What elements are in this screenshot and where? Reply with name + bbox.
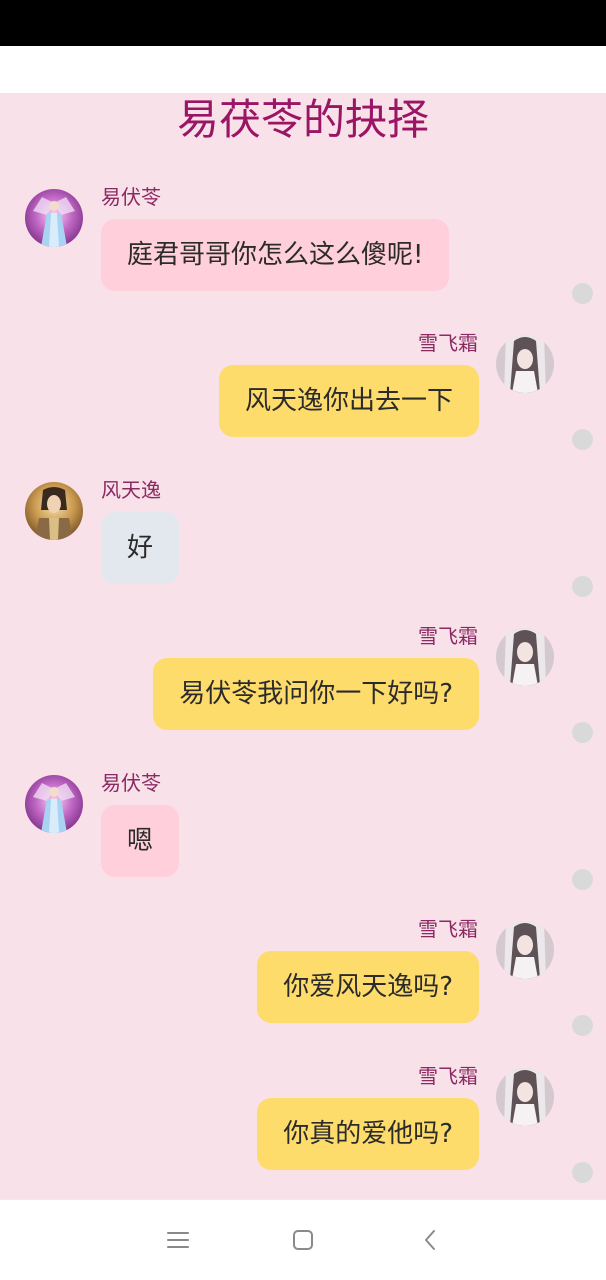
message-bubble[interactable]: 你爱风天逸吗? bbox=[257, 951, 479, 1023]
chat-message: 雪飞霜 你真的爱他吗? bbox=[0, 1064, 606, 1208]
avatar-feng-tianyi[interactable] bbox=[25, 482, 83, 540]
system-nav-bar bbox=[0, 1199, 606, 1280]
chat-message: 雪飞霜 风天逸你出去一下 bbox=[0, 331, 606, 475]
menu-icon bbox=[167, 1232, 189, 1248]
message-bubble[interactable]: 易伏苓我问你一下好吗? bbox=[153, 658, 479, 730]
chat-message: 易伏苓 庭君哥哥你怎么这么傻呢! bbox=[0, 185, 606, 329]
message-status-dot bbox=[572, 722, 593, 743]
sender-name: 风天逸 bbox=[101, 478, 161, 502]
message-bubble[interactable]: 嗯 bbox=[101, 805, 180, 877]
app-screen: 易茯苓的抉择 易伏苓 庭君哥哥你怎么这么傻呢! 雪飞霜 风天逸你出去一下 风天逸… bbox=[0, 0, 606, 1280]
sender-name: 雪飞霜 bbox=[418, 331, 478, 355]
sender-name: 易伏苓 bbox=[101, 771, 161, 795]
home-button[interactable] bbox=[285, 1222, 321, 1258]
sender-name: 雪飞霜 bbox=[418, 624, 478, 648]
home-square-icon bbox=[293, 1230, 313, 1250]
back-chevron-icon bbox=[425, 1230, 435, 1250]
page-title: 易茯苓的抉择 bbox=[176, 95, 429, 144]
message-status-dot bbox=[572, 1015, 593, 1036]
chat-message: 雪飞霜 你爱风天逸吗? bbox=[0, 917, 606, 1061]
chat-message: 雪飞霜 易伏苓我问你一下好吗? bbox=[0, 624, 606, 768]
chat-message: 风天逸 好 bbox=[0, 478, 606, 622]
sender-name: 雪飞霜 bbox=[418, 1064, 478, 1088]
message-bubble[interactable]: 你真的爱他吗? bbox=[257, 1098, 479, 1170]
message-status-dot bbox=[572, 1162, 593, 1183]
message-bubble[interactable]: 风天逸你出去一下 bbox=[218, 365, 479, 437]
top-strip bbox=[0, 46, 606, 93]
message-status-dot bbox=[572, 869, 593, 890]
avatar-xue-feishuang[interactable] bbox=[496, 335, 554, 393]
avatar-xue-feishuang[interactable] bbox=[496, 1068, 554, 1126]
message-bubble[interactable]: 庭君哥哥你怎么这么傻呢! bbox=[101, 219, 450, 291]
message-status-dot bbox=[572, 283, 593, 304]
chat-message: 易伏苓 嗯 bbox=[0, 771, 606, 915]
avatar-yi-fuling[interactable] bbox=[25, 189, 83, 247]
message-bubble[interactable]: 好 bbox=[101, 512, 180, 584]
menu-button[interactable] bbox=[160, 1222, 196, 1258]
sender-name: 雪飞霜 bbox=[418, 917, 478, 941]
status-bar bbox=[0, 0, 606, 46]
message-status-dot bbox=[572, 576, 593, 597]
avatar-yi-fuling[interactable] bbox=[25, 775, 83, 833]
sender-name: 易伏苓 bbox=[101, 185, 161, 209]
avatar-xue-feishuang[interactable] bbox=[496, 628, 554, 686]
message-status-dot bbox=[572, 429, 593, 450]
avatar-xue-feishuang[interactable] bbox=[496, 921, 554, 979]
back-button[interactable] bbox=[412, 1222, 448, 1258]
